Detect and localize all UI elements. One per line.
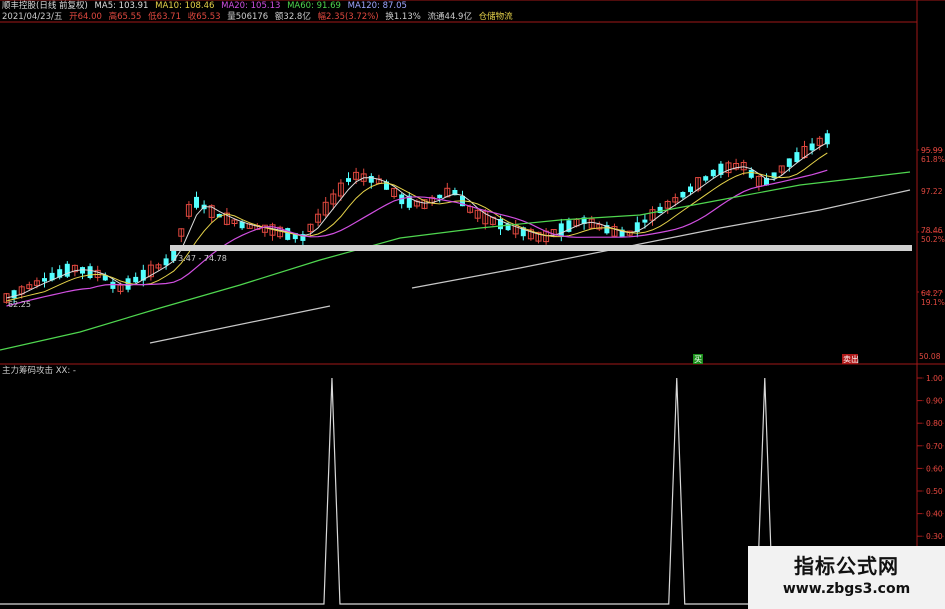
low-label: 低63.71 <box>148 12 181 22</box>
stock-chart: 95.99 61.8% 97.22 78.46 50.2% 64.27 19.1… <box>0 0 945 609</box>
watermark-url: www.zbgs3.com <box>782 581 911 597</box>
y-tick-label: 1.00 <box>926 374 943 383</box>
float-cap-label: 流通44.9亿 <box>427 12 472 22</box>
ma5-label: MA5: 103.91 <box>94 1 149 11</box>
candle-body <box>285 228 291 240</box>
candle-body <box>642 219 648 223</box>
ma20-label: MA20: 105.13 <box>221 1 281 11</box>
ma60-line <box>0 171 911 351</box>
turnover-label: 换1.13% <box>385 12 421 22</box>
candle-body <box>688 186 693 193</box>
high-label: 高65.55 <box>108 12 142 22</box>
header-line-1: 顺丰控股(日线 前复权) MA5: 103.91 MA10: 108.46 MA… <box>2 1 411 12</box>
axis-label-64-27: 64.27 <box>921 289 943 298</box>
candle-body <box>703 176 709 181</box>
candle-body <box>133 276 139 283</box>
close-label: 收65.53 <box>187 12 221 22</box>
candle-body <box>368 176 374 183</box>
watermark: 指标公式网 www.zbgs3.com <box>748 546 945 609</box>
axis-label-50-2: 50.2% <box>921 235 945 244</box>
candle-body <box>163 258 169 266</box>
ma120-label: MA120: 87.05 <box>347 1 407 11</box>
candle-body <box>42 278 47 282</box>
low-price-annotation: 62.25 <box>8 300 31 309</box>
candle-body <box>710 169 716 177</box>
axis-label-78-46: 78.46 <box>921 226 943 235</box>
candle-body <box>680 192 686 198</box>
y-tick-label: 0.60 <box>926 464 943 473</box>
y-tick-label: 0.80 <box>926 419 943 428</box>
sector-label: 仓储物流 <box>478 12 513 22</box>
y-tick-label: 0.30 <box>926 532 943 541</box>
change-label: 幅2.35(3.72%) <box>317 12 379 22</box>
candle-body <box>110 281 116 289</box>
axis-label-61-8: 61.8% <box>921 155 945 164</box>
candle-body <box>64 263 70 277</box>
candle-body <box>346 178 351 182</box>
volume-label: 量506176 <box>227 12 269 22</box>
ma120-line-segment <box>149 305 331 344</box>
support-band <box>170 245 912 251</box>
candle-body <box>748 169 754 178</box>
y-tick-label: 0.90 <box>926 397 943 406</box>
ma5-line <box>6 142 828 299</box>
ma120-line <box>411 189 911 289</box>
buy-marker: 买 <box>694 355 702 364</box>
price-layer <box>0 129 911 351</box>
y-tick-label: 0.40 <box>926 510 943 519</box>
axis-label-97-22: 97.22 <box>921 187 943 196</box>
open-label: 开64.00 <box>69 12 102 22</box>
y-tick-label: 0.70 <box>926 442 943 451</box>
indicator-title: 主力筹码攻击 XX: - <box>2 366 80 377</box>
candle-body <box>786 158 792 167</box>
date-label: 2021/04/23/五 <box>2 12 63 22</box>
y-tick-label: 0.50 <box>926 487 943 496</box>
ma60-label: MA60: 91.69 <box>287 1 341 11</box>
candle-body <box>11 290 17 299</box>
axis-label-19-1: 19.1% <box>921 298 945 307</box>
ma10-label: MA10: 108.46 <box>155 1 215 11</box>
candle-body <box>87 266 93 278</box>
candle-body <box>194 196 199 208</box>
candle-body <box>794 152 800 163</box>
sell-marker: 卖出 <box>843 354 859 364</box>
watermark-text: 指标公式网 <box>794 554 899 578</box>
candle-body <box>437 194 443 199</box>
axis-label-50-08: 50.08 <box>919 352 941 361</box>
indicator-title-text: 主力筹码攻击 XX: - <box>2 366 76 376</box>
candle-body <box>809 143 815 151</box>
stock-name: 顺丰控股(日线 前复权) <box>2 1 88 11</box>
price-range-annotation: 73.47 - 74.78 <box>173 254 227 263</box>
amount-label: 额32.8亿 <box>274 12 311 22</box>
header-line-2: 2021/04/23/五 开64.00 高65.55 低63.71 收65.53… <box>2 12 517 23</box>
axis-label-95-99: 95.99 <box>921 146 943 155</box>
